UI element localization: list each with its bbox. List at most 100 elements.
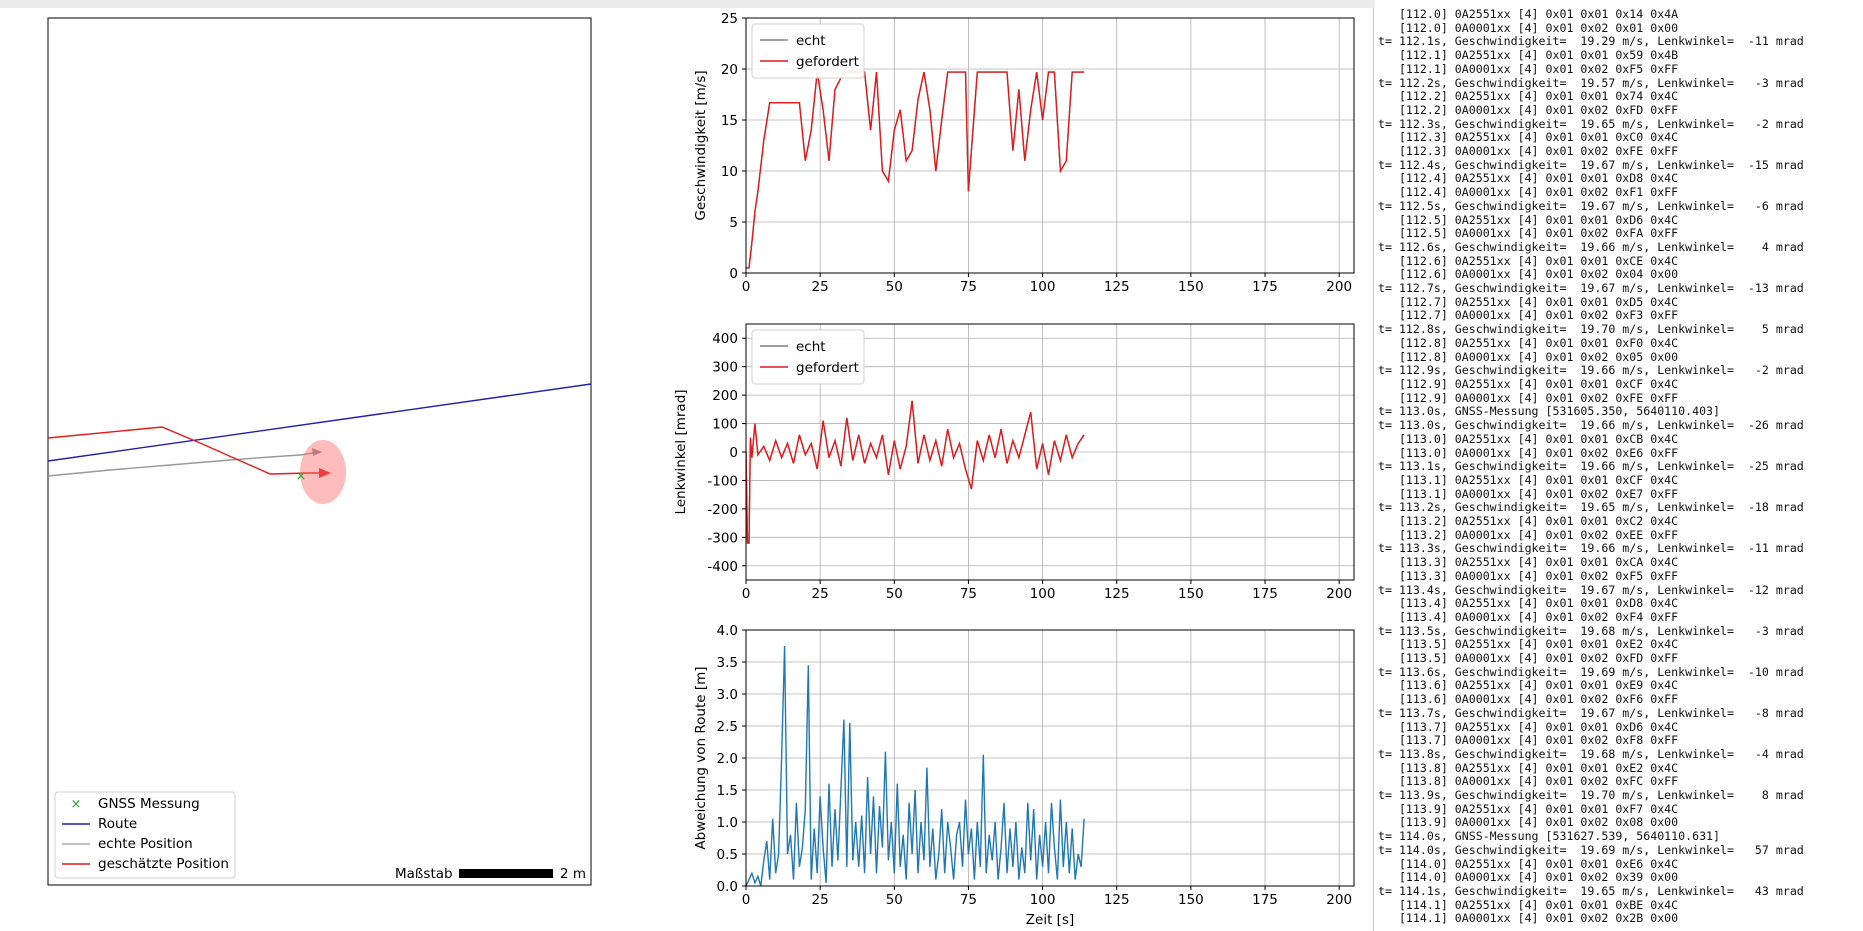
- log-line: [112.0] 0A0001xx [4] 0x01 0x02 0x01 0x00: [1398, 20, 1679, 35]
- y-tick-label: 0.5: [717, 847, 738, 863]
- log-line: t= 112.6s, Geschwindigkeit= 19.66 m/s, L…: [1378, 239, 1804, 254]
- figure-canvas: × × GNSS Messung Route echte Position ge…: [47, 11, 1355, 928]
- y-tick-label: 0: [729, 266, 738, 282]
- log-line: t= 113.0s, Geschwindigkeit= 19.66 m/s, L…: [1378, 418, 1804, 433]
- x-tick-label: 100: [1030, 586, 1056, 602]
- legend-label-echt: echt: [796, 33, 826, 49]
- log-line: t= 113.8s, Geschwindigkeit= 19.68 m/s, L…: [1378, 746, 1804, 761]
- log-line: [112.9] 0A0001xx [4] 0x01 0x02 0xFE 0xFF: [1398, 390, 1679, 405]
- log-line: t= 112.4s, Geschwindigkeit= 19.67 m/s, L…: [1378, 157, 1804, 172]
- log-line: [112.8] 0A0001xx [4] 0x01 0x02 0x05 0x00: [1398, 349, 1679, 364]
- log-line: t= 112.9s, Geschwindigkeit= 19.66 m/s, L…: [1378, 363, 1804, 378]
- legend-label-gefordert: gefordert: [796, 54, 859, 70]
- log-line: [113.1] 0A2551xx [4] 0x01 0x01 0xCF 0x4C: [1398, 472, 1679, 487]
- y-tick-label: 10: [721, 164, 738, 180]
- y-tick-label: 3.5: [717, 655, 738, 671]
- legend-gnss-icon: ×: [71, 797, 82, 812]
- x-tick-label: 50: [886, 892, 903, 908]
- x-tick-label: 50: [886, 279, 903, 295]
- y-axis-label: Geschwindigkeit [m/s]: [693, 70, 709, 220]
- y-axis-label: Abweichung von Route [m]: [693, 666, 709, 849]
- log-line: [113.6] 0A0001xx [4] 0x01 0x02 0xF6 0xFF: [1398, 692, 1679, 707]
- log-line: [112.2] 0A2551xx [4] 0x01 0x01 0x74 0x4C: [1398, 89, 1679, 104]
- log-line: [112.6] 0A2551xx [4] 0x01 0x01 0xCE 0x4C: [1398, 253, 1679, 268]
- x-tick-label: 75: [960, 892, 977, 908]
- log-line: t= 112.8s, Geschwindigkeit= 19.70 m/s, L…: [1378, 322, 1804, 337]
- log-line: [112.1] 0A0001xx [4] 0x01 0x02 0xF5 0xFF: [1398, 61, 1679, 76]
- x-tick-label: 100: [1030, 279, 1056, 295]
- log-line: [112.1] 0A2551xx [4] 0x01 0x01 0x59 0x4B: [1398, 48, 1679, 63]
- steering-chart: 0 25 50 75 100 125 150 175 200 -400 -300 -200 -100 0 1…: [673, 323, 1355, 602]
- deviation-chart: 0 25 50 75 100 125 150 175 200 0.0 0.5 1.0 1.5 2.0 2.5…: [693, 623, 1355, 928]
- x-tick-label: 0: [742, 586, 751, 602]
- log-line: [113.9] 0A2551xx [4] 0x01 0x01 0xF7 0x4C: [1398, 801, 1679, 816]
- log-line: [112.5] 0A0001xx [4] 0x01 0x02 0xFA 0xFF: [1398, 226, 1679, 241]
- legend-estimated-label: geschätzte Position: [98, 856, 229, 872]
- series-line-echt: [746, 400, 1085, 544]
- scale-bar-label: Maßstab: [395, 866, 453, 882]
- log-line: [114.1] 0A2551xx [4] 0x01 0x01 0xBE 0x4C: [1398, 897, 1679, 912]
- log-line: [113.5] 0A2551xx [4] 0x01 0x01 0xE2 0x4C: [1398, 637, 1679, 652]
- x-tick-label: 175: [1252, 892, 1278, 908]
- position-uncertainty-ellipse: [300, 440, 346, 504]
- y-tick-label: 1.5: [717, 783, 738, 799]
- y-tick-label: -400: [707, 559, 738, 575]
- log-scroll-area[interactable]: [112.0] 0A2551xx [4] 0x01 0x01 0x14 0x4A…: [1375, 7, 1861, 931]
- x-tick-label: 50: [886, 586, 903, 602]
- log-line: [113.5] 0A0001xx [4] 0x01 0x02 0xFD 0xFF: [1398, 651, 1679, 666]
- log-line: [113.0] 0A0001xx [4] 0x01 0x02 0xE6 0xFF: [1398, 445, 1679, 460]
- log-line: [112.4] 0A2551xx [4] 0x01 0x01 0xD8 0x4C: [1398, 171, 1679, 186]
- log-line: [113.4] 0A2551xx [4] 0x01 0x01 0xD8 0x4C: [1398, 596, 1679, 611]
- y-tick-label: 15: [721, 113, 738, 129]
- log-line: [112.3] 0A2551xx [4] 0x01 0x01 0xC0 0x4C: [1398, 130, 1679, 145]
- y-axis-label: Lenkwinkel [mrad]: [673, 389, 689, 514]
- x-tick-label: 25: [812, 892, 829, 908]
- log-line: t= 113.1s, Geschwindigkeit= 19.66 m/s, L…: [1378, 459, 1804, 474]
- log-line: [113.7] 0A0001xx [4] 0x01 0x02 0xF8 0xFF: [1398, 733, 1679, 748]
- x-tick-label: 200: [1326, 279, 1352, 295]
- x-tick-label: 150: [1178, 586, 1204, 602]
- log-line: [113.1] 0A0001xx [4] 0x01 0x02 0xE7 0xFF: [1398, 486, 1679, 501]
- y-tick-label: 1.0: [717, 815, 738, 831]
- log-line: t= 113.3s, Geschwindigkeit= 19.66 m/s, L…: [1378, 541, 1804, 556]
- log-line: t= 113.2s, Geschwindigkeit= 19.65 m/s, L…: [1378, 500, 1804, 515]
- log-line: [112.0] 0A2551xx [4] 0x01 0x01 0x14 0x4A: [1398, 7, 1679, 21]
- scale-bar-value: 2 m: [560, 866, 586, 882]
- map-legend: × GNSS Messung Route echte Position gesc…: [54, 791, 236, 879]
- log-line: [112.2] 0A0001xx [4] 0x01 0x02 0xFD 0xFF: [1398, 102, 1679, 117]
- y-tick-label: -300: [707, 530, 738, 546]
- x-tick-label: 0: [742, 892, 751, 908]
- log-line: [112.4] 0A0001xx [4] 0x01 0x02 0xF1 0xFF: [1398, 185, 1679, 200]
- y-tick-label: 0: [729, 445, 738, 461]
- x-tick-label: 75: [960, 586, 977, 602]
- log-line: [113.3] 0A2551xx [4] 0x01 0x01 0xCA 0x4C: [1398, 555, 1679, 570]
- x-tick-label: 75: [960, 279, 977, 295]
- x-tick-label: 125: [1104, 586, 1130, 602]
- log-line: t= 114.0s, GNSS-Messung [531627.539, 564…: [1378, 829, 1721, 844]
- y-tick-label: -100: [707, 473, 738, 489]
- speed-chart: 0 25 50 75 100 125 150 175 200 0 5 10 15 20 25 Geschwin…: [693, 11, 1355, 295]
- log-line: [112.3] 0A0001xx [4] 0x01 0x02 0xFE 0xFF: [1398, 144, 1679, 159]
- log-line: [113.0] 0A2551xx [4] 0x01 0x01 0xCB 0x4C: [1398, 431, 1679, 446]
- x-tick-label: 175: [1252, 586, 1278, 602]
- log-line: [112.7] 0A0001xx [4] 0x01 0x02 0xF3 0xFF: [1398, 308, 1679, 323]
- y-tick-label: 2.0: [717, 751, 738, 767]
- log-line: [114.1] 0A0001xx [4] 0x01 0x02 0x2B 0x00: [1398, 911, 1679, 926]
- log-line: [113.4] 0A0001xx [4] 0x01 0x02 0xF4 0xFF: [1398, 609, 1679, 624]
- x-tick-label: 200: [1326, 892, 1352, 908]
- x-tick-label: 25: [812, 586, 829, 602]
- log-line: t= 113.6s, Geschwindigkeit= 19.69 m/s, L…: [1378, 664, 1804, 679]
- y-tick-label: 400: [712, 331, 738, 347]
- log-line: t= 113.7s, Geschwindigkeit= 19.67 m/s, L…: [1378, 705, 1804, 720]
- log-line: t= 112.2s, Geschwindigkeit= 19.57 m/s, L…: [1378, 75, 1804, 90]
- log-line: t= 113.0s, GNSS-Messung [531605.350, 564…: [1378, 404, 1721, 419]
- log-output: [112.0] 0A2551xx [4] 0x01 0x01 0x14 0x4A…: [1378, 7, 1804, 926]
- log-line: [112.6] 0A0001xx [4] 0x01 0x02 0x04 0x00: [1398, 267, 1679, 282]
- log-line: [112.8] 0A2551xx [4] 0x01 0x01 0xF0 0x4C: [1398, 335, 1679, 350]
- y-tick-label: 25: [721, 11, 738, 27]
- gnss-marker: ×: [296, 469, 307, 484]
- legend-gnss-label: GNSS Messung: [98, 796, 200, 812]
- log-line: [112.7] 0A2551xx [4] 0x01 0x01 0xD5 0x4C: [1398, 294, 1679, 309]
- log-line: [113.2] 0A2551xx [4] 0x01 0x01 0xC2 0x4C: [1398, 514, 1679, 529]
- y-tick-label: -200: [707, 502, 738, 518]
